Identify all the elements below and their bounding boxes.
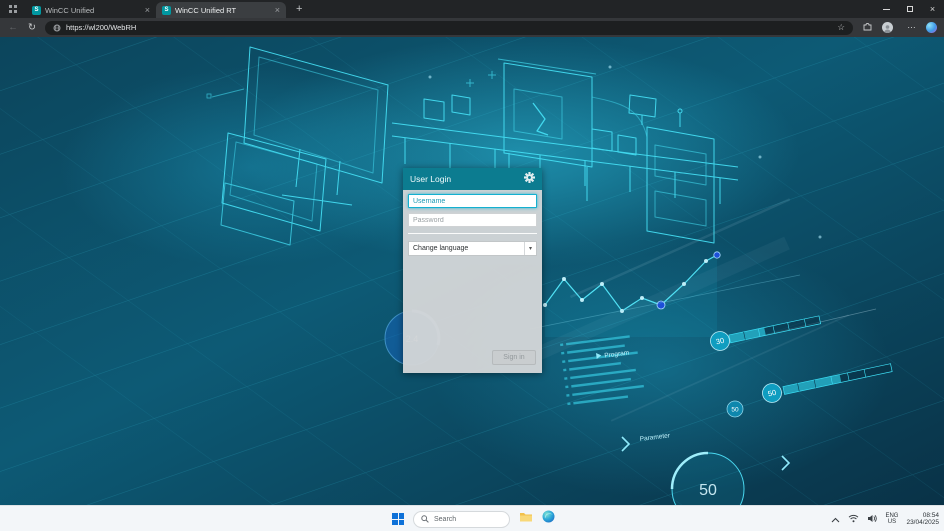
volume-icon[interactable] [867, 510, 877, 528]
edge-browser-icon[interactable] [542, 510, 555, 528]
settings-gear-icon[interactable] [524, 170, 535, 188]
taskbar: Search ENG US 08:54 23/04/2025 [0, 505, 944, 531]
clock-time: 08:54 [906, 512, 939, 520]
page-content: Program Parameter 30 50 [0, 37, 944, 505]
login-panel: User Login Change language ▾ Sign in [403, 168, 542, 373]
password-input[interactable] [408, 213, 537, 227]
more-menu-icon[interactable]: ⋯ [904, 22, 919, 33]
svg-text:50: 50 [731, 406, 739, 413]
address-bar: ← ↻ https://wl200/WebRH ☆ ⋯ [0, 18, 944, 37]
site-info-icon[interactable] [53, 24, 61, 32]
caret-down-icon: ▾ [524, 242, 536, 255]
taskbar-search[interactable]: Search [413, 511, 510, 528]
window-close-button[interactable]: × [921, 0, 944, 18]
new-tab-button[interactable]: + [296, 3, 302, 15]
back-icon[interactable]: ← [7, 22, 19, 33]
language-indicator[interactable]: ENG US [885, 513, 898, 526]
tab-close-icon[interactable]: × [145, 6, 150, 15]
username-input[interactable] [408, 194, 537, 208]
language-select[interactable]: Change language ▾ [408, 241, 537, 256]
profile-avatar-icon[interactable] [882, 22, 897, 33]
window-controls: × [875, 0, 944, 18]
login-panel-body: Change language ▾ Sign in [403, 190, 542, 373]
extensions-icon[interactable] [860, 22, 875, 33]
login-panel-header: User Login [403, 168, 542, 190]
panel-divider [408, 233, 537, 234]
login-title: User Login [410, 174, 451, 184]
sign-in-button[interactable]: Sign in [492, 350, 536, 365]
copilot-icon[interactable] [926, 22, 937, 33]
clock-date: 23/04/2025 [906, 519, 939, 527]
file-explorer-icon[interactable] [519, 510, 533, 528]
url-text: https://wl200/WebRH [66, 23, 136, 32]
hidden-icons-chevron[interactable] [831, 510, 840, 528]
site-favicon: S [32, 6, 41, 15]
site-favicon: S [162, 6, 171, 15]
tab-label: WinCC Unified [45, 6, 141, 15]
search-icon [421, 515, 429, 523]
browser-tab-2-active[interactable]: S WinCC Unified RT × [156, 2, 286, 18]
browser-tab-1[interactable]: S WinCC Unified × [26, 2, 156, 18]
minimize-button[interactable] [875, 0, 898, 18]
tab-actions-icon[interactable] [0, 4, 26, 14]
tab-close-icon[interactable]: × [275, 6, 280, 15]
favorite-star-icon[interactable]: ☆ [837, 22, 845, 33]
browser-tab-strip: S WinCC Unified × S WinCC Unified RT × +… [0, 0, 944, 18]
tab-label: WinCC Unified RT [175, 6, 271, 15]
maximize-button[interactable] [898, 0, 921, 18]
url-field[interactable]: https://wl200/WebRH ☆ [45, 21, 853, 35]
wifi-icon[interactable] [848, 510, 859, 528]
search-placeholder: Search [434, 516, 456, 523]
language-select-value: Change language [413, 245, 468, 252]
start-button-icon[interactable] [392, 513, 404, 525]
small-badge-50: 50 [727, 401, 743, 417]
taskbar-clock[interactable]: 08:54 23/04/2025 [906, 512, 939, 527]
svg-text:50: 50 [699, 482, 717, 499]
refresh-icon[interactable]: ↻ [26, 22, 38, 33]
